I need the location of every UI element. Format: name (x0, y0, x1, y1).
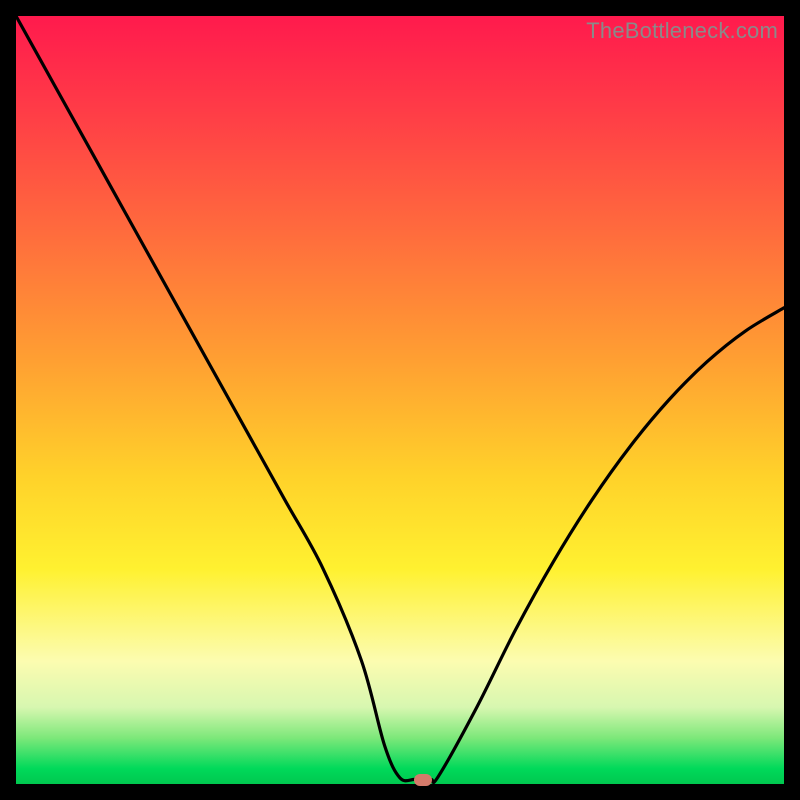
attribution-label: TheBottleneck.com (586, 18, 778, 44)
plot-area: TheBottleneck.com (16, 16, 784, 784)
optimum-marker (414, 774, 432, 786)
chart-frame: TheBottleneck.com (0, 0, 800, 800)
bottleneck-curve (16, 16, 784, 784)
curve-path (16, 16, 784, 782)
